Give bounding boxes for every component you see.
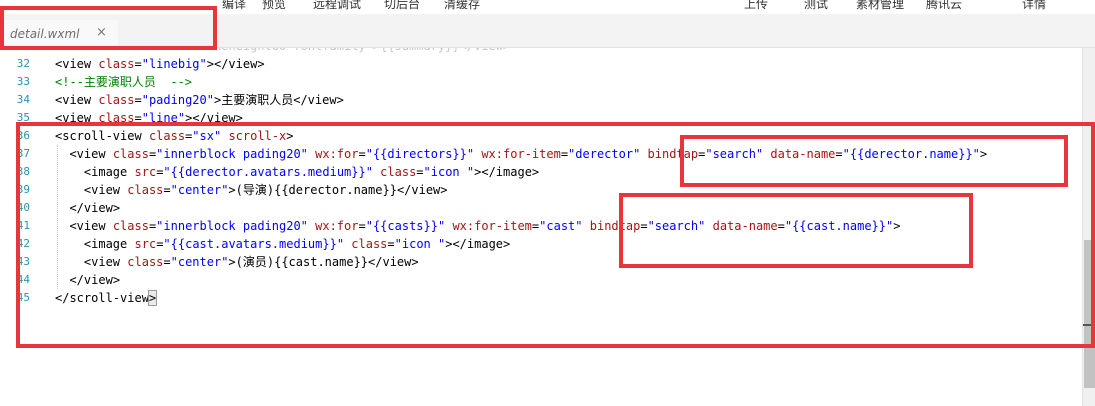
line-number: 44 bbox=[16, 273, 30, 286]
line-number: 42 bbox=[16, 237, 30, 250]
line-code: <view class="center">(导演){{derector.name… bbox=[83, 183, 448, 197]
code-line: 43 <view class="center">(演员){{cast.name}… bbox=[0, 253, 1082, 271]
line-number: 41 bbox=[16, 219, 30, 232]
line-number: 35 bbox=[16, 111, 30, 124]
code-line: 37 <view class="innerblock pading20" wx:… bbox=[0, 145, 1082, 163]
scrollbar-marker bbox=[1083, 324, 1095, 326]
line-code: <view class="innerblock pading20" wx:for… bbox=[69, 219, 901, 233]
code-line: 41 <view class="innerblock pading20" wx:… bbox=[0, 217, 1082, 235]
line-number: 40 bbox=[16, 201, 30, 214]
line-code: </scroll-view> bbox=[55, 290, 158, 306]
line-number: 36 bbox=[16, 129, 30, 142]
menu-clear-cache[interactable]: 清缓存 bbox=[444, 0, 480, 12]
line-code: <view class="line"></view> bbox=[55, 111, 243, 125]
line-code: <view class="linebig"></view> bbox=[55, 57, 265, 71]
toolbar: 编译 预览 远程调试 切后台 清缓存 上传 测试 素材管理 腾讯云 详情 bbox=[0, 0, 1095, 14]
line-code: <image src="{{cast.avatars.medium}}" cla… bbox=[83, 237, 511, 251]
code-line: 32 <view class="linebig"></view> bbox=[0, 55, 1082, 73]
line-code: <view class="center">(演员){{cast.name}}</… bbox=[83, 255, 419, 269]
line-code: <image src="{{derector.avatars.medium}}"… bbox=[83, 165, 540, 179]
code-line: 34 <view class="pading20">主要演职人员</view> bbox=[0, 91, 1082, 109]
line-code: <view class="pading20">主要演职人员</view> bbox=[55, 93, 344, 107]
code-line: 40 </view> bbox=[0, 199, 1082, 217]
ide-window: 编译 预览 远程调试 切后台 清缓存 上传 测试 素材管理 腾讯云 详情 det… bbox=[0, 0, 1095, 406]
code-line: 44 </view> bbox=[0, 271, 1082, 289]
code-line: 33 <!--主要演职人员 --> bbox=[0, 73, 1082, 91]
code-line: 36 <scroll-view class="sx" scroll-x> bbox=[0, 127, 1082, 145]
line-number: 39 bbox=[16, 183, 30, 196]
tab-filename: detail.wxml bbox=[10, 27, 80, 41]
line-number: 45 bbox=[16, 291, 30, 304]
code-line: 35 <view class="line"></view> bbox=[0, 109, 1082, 127]
scrollbar-thumb[interactable] bbox=[1084, 240, 1095, 388]
line-code: <view class="font30 lineheight60 fontfam… bbox=[55, 48, 510, 55]
menu-details[interactable]: 详情 bbox=[1022, 0, 1046, 12]
menu-tencent-cloud[interactable]: 腾讯云 bbox=[926, 0, 962, 12]
menu-background[interactable]: 切后台 bbox=[384, 0, 420, 12]
code-line: 45 </scroll-view> bbox=[0, 289, 1082, 307]
code-editor[interactable]: <view class="font30 lineheight60 fontfam… bbox=[0, 48, 1082, 406]
tab-detail-wxml[interactable]: detail.wxml × bbox=[0, 20, 118, 47]
line-code: <!--主要演职人员 --> bbox=[55, 75, 193, 89]
code-lines: <view class="font30 lineheight60 fontfam… bbox=[0, 48, 1082, 406]
code-line: 42 <image src="{{cast.avatars.medium}}" … bbox=[0, 235, 1082, 253]
line-number: 38 bbox=[16, 165, 30, 178]
indent-guide bbox=[57, 145, 58, 289]
menu-test[interactable]: 测试 bbox=[804, 0, 828, 12]
code-line: 39 <view class="center">(导演){{derector.n… bbox=[0, 181, 1082, 199]
line-number: 43 bbox=[16, 255, 30, 268]
line-number: 32 bbox=[16, 57, 30, 70]
menu-preview[interactable]: 预览 bbox=[262, 0, 286, 12]
menu-upload[interactable]: 上传 bbox=[744, 0, 768, 12]
line-code: </view> bbox=[69, 201, 121, 215]
line-code: <scroll-view class="sx" scroll-x> bbox=[55, 129, 294, 143]
line-code: </view> bbox=[69, 273, 121, 287]
menu-assets[interactable]: 素材管理 bbox=[856, 0, 904, 12]
line-number: 34 bbox=[16, 93, 30, 106]
line-code: <view class="innerblock pading20" wx:for… bbox=[69, 147, 988, 161]
menu-remote-debug[interactable]: 远程调试 bbox=[313, 0, 361, 12]
close-icon[interactable]: × bbox=[96, 25, 107, 40]
line-number: 37 bbox=[16, 147, 30, 160]
menu-compile[interactable]: 编译 bbox=[222, 0, 246, 12]
code-line: <view class="font30 lineheight60 fontfam… bbox=[0, 48, 1082, 55]
vertical-scrollbar[interactable] bbox=[1082, 48, 1095, 406]
code-line: 38 <image src="{{derector.avatars.medium… bbox=[0, 163, 1082, 181]
line-number: 33 bbox=[16, 75, 30, 88]
editor-tab-bar: detail.wxml × bbox=[0, 14, 1095, 48]
